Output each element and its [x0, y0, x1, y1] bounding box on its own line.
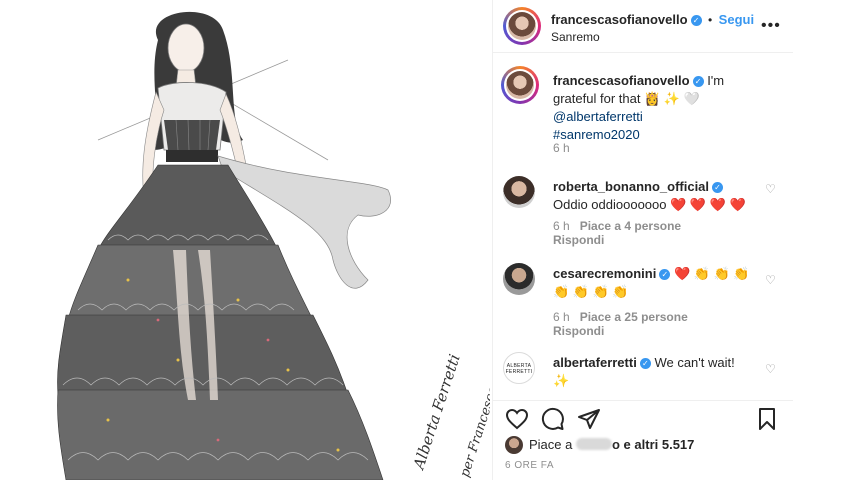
comment-body: Oddio oddiooooooo [553, 197, 667, 212]
comment-username[interactable]: albertaferretti [553, 355, 637, 370]
reply-button[interactable]: Rispondi [553, 324, 604, 338]
albertaferretti-avatar[interactable]: ALBERTA FERRETTI [503, 352, 535, 384]
comment: cesarecremonini ✓ ❤️ 👏 👏 👏 👏 👏 👏 👏 6 h Pia… [503, 263, 783, 338]
reply-button[interactable]: Rispondi [553, 233, 604, 247]
post-side-panel: francescasofianovello ✓ • Segui Sanremo •… [492, 0, 793, 480]
liker-avatar [505, 436, 523, 454]
comment-text: cesarecremonini ✓ ❤️ 👏 👏 👏 👏 👏 👏 👏 [553, 265, 758, 301]
comment-username[interactable]: roberta_bonanno_official [553, 179, 709, 194]
comment-likes[interactable]: Piace a 25 persone [580, 310, 688, 324]
commenter-avatar[interactable] [503, 263, 535, 295]
caption-time[interactable]: 6 h [553, 141, 570, 155]
caption-avatar[interactable] [501, 66, 539, 104]
likes-prefix: Piace a [529, 437, 573, 452]
comment-meta: 6 h Piace a 4 persone [553, 219, 681, 233]
comment-text: albertaferretti ✓ We can't wait! ✨ [553, 354, 758, 390]
verified-icon: ✓ [639, 358, 651, 369]
bookmark-icon[interactable] [755, 407, 779, 431]
follow-separator: • [708, 13, 713, 27]
caption-text: francescasofianovello ✓ I'm grateful for … [553, 72, 768, 144]
more-icon[interactable]: ••• [761, 17, 781, 35]
comment-heart-icon[interactable]: ♡ [765, 182, 776, 196]
share-icon[interactable] [577, 407, 601, 431]
comment-body: We can't wait! [654, 355, 735, 370]
caption-username[interactable]: francescasofianovello [553, 73, 690, 88]
follow-button[interactable]: Segui [719, 12, 754, 27]
fashion-sketch-illustration: Alberta Ferretti per Francesca Sofia Nov… [57, 11, 490, 480]
caption-meta: 6 h [553, 141, 570, 155]
emoji-line-2: 👏 👏 👏 👏 [553, 284, 629, 299]
post-image[interactable]: Alberta Ferretti per Francesca Sofia Nov… [38, 0, 490, 480]
handwriting-brand: Alberta Ferretti [409, 352, 464, 473]
comment-time[interactable]: 6 h [553, 219, 570, 233]
comment-meta: 6 h Piace a 25 persone [553, 310, 688, 324]
comment: ALBERTA FERRETTI albertaferretti ✓ We can… [503, 352, 783, 392]
author-avatar[interactable] [503, 7, 541, 45]
verified-icon: ✓ [712, 182, 724, 193]
handwriting-dedication: per Francesca Sofia Novello Sanremo 2020 [458, 202, 490, 479]
comment-icon[interactable] [541, 407, 565, 431]
comment-text: roberta_bonanno_official ✓ Oddio oddioooo… [553, 178, 758, 214]
blurred-username [576, 438, 612, 450]
author-username[interactable]: francescasofianovello [551, 12, 688, 27]
post-timestamp[interactable]: 6 ORE FA [505, 460, 554, 471]
comment-likes[interactable]: Piace a 4 persone [580, 219, 681, 233]
verified-icon: ✓ [659, 269, 671, 280]
sparkle-emoji: ✨ [553, 373, 570, 388]
caption-hashtag[interactable]: #sanremo2020 [553, 127, 640, 142]
verified-icon: ✓ [692, 76, 704, 87]
heart-icon[interactable] [505, 407, 529, 431]
comment-heart-icon[interactable]: ♡ [765, 273, 776, 287]
comment-username[interactable]: cesarecremonini [553, 266, 656, 281]
post-header: francescasofianovello ✓ • Segui Sanremo •… [493, 0, 793, 53]
commenter-avatar[interactable] [503, 176, 535, 208]
heart-emojis: ❤️ ❤️ ❤️ ❤️ [670, 197, 746, 212]
comment-heart-icon[interactable]: ♡ [765, 362, 776, 376]
caption-mention[interactable]: @albertaferretti [553, 109, 643, 124]
post-location[interactable]: Sanremo [551, 30, 600, 44]
emoji-line-1: ❤️ 👏 👏 👏 [673, 266, 750, 281]
likes-suffix[interactable]: o e altri 5.517 [612, 437, 694, 452]
verified-icon: ✓ [690, 15, 702, 26]
caption: francescasofianovello ✓ I'm grateful for … [501, 66, 783, 160]
comment-time[interactable]: 6 h [553, 310, 570, 324]
comment: roberta_bonanno_official ✓ Oddio oddioooo… [503, 176, 783, 247]
post-actions [493, 400, 793, 437]
